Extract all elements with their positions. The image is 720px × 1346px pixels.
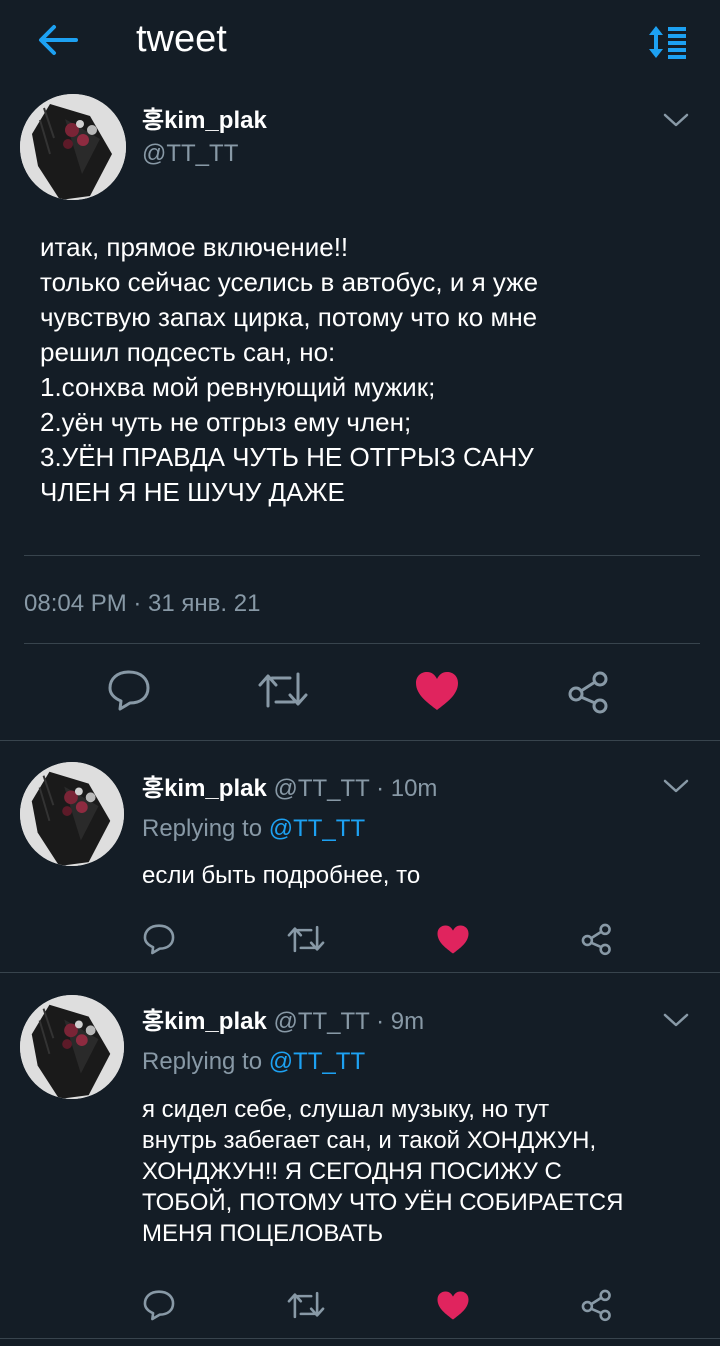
chevron-down-icon[interactable] [662, 776, 690, 796]
divider [24, 643, 700, 644]
mention-link[interactable]: @TT_TT [269, 1048, 365, 1075]
reply-text-line: внутрь забегает сан, и такой ХОНДЖУН, [142, 1127, 597, 1154]
replying-to-label: Replying to [142, 1048, 269, 1075]
heart-icon[interactable] [436, 924, 470, 955]
tweet-thread-page: tweet 홍kim_plak @TT_TT итак, прямое вклю… [0, 0, 720, 1346]
retweet-icon[interactable] [286, 1290, 326, 1320]
share-icon[interactable] [580, 922, 614, 956]
tweet-text-line: только сейчас уселись в автобус, и я уже [40, 267, 539, 297]
reply-icon[interactable] [142, 922, 176, 956]
tweet-text-line: ЧЛЕН Я НЕ ШУЧУ ДАЖЕ [40, 477, 345, 507]
tweet-text-line: 1.сонхва мой ревнующий мужик; [40, 372, 436, 402]
back-arrow-icon[interactable] [36, 22, 80, 58]
heart-icon[interactable] [436, 1290, 470, 1321]
tweet-text-line: 3.УЁН ПРАВДА ЧУТЬ НЕ ОТГРЫЗ САНУ [40, 442, 534, 472]
retweet-icon[interactable] [286, 924, 326, 954]
reply-icon[interactable] [142, 1288, 176, 1322]
divider [24, 555, 700, 556]
mention-link[interactable]: @TT_TT [269, 815, 365, 842]
avatar[interactable] [20, 94, 126, 200]
page-title: tweet [136, 18, 227, 60]
reply-icon[interactable] [106, 668, 152, 712]
avatar[interactable] [20, 995, 124, 1099]
replying-to: Replying to @TT_TT [142, 1048, 365, 1076]
reply-text-line: ТОБОЙ, ПОТОМУ ЧТО УЁН СОБИРАЕТСЯ [142, 1189, 624, 1216]
replying-to: Replying to @TT_TT [142, 815, 365, 843]
author-handle-time: @TT_TT · 9m [266, 1008, 425, 1035]
author-name[interactable]: 홍kim_plak [142, 100, 267, 135]
reply-text-line: я сидел себе, слушал музыку, но тут [142, 1096, 550, 1123]
sort-icon[interactable] [646, 22, 690, 62]
author-handle-time: @TT_TT · 10m [266, 775, 438, 802]
chevron-down-icon[interactable] [662, 110, 690, 130]
tweet-text-line: решил подсесть сан, но: [40, 337, 336, 367]
tweet-text-line: 2.уён чуть не отгрыз ему член; [40, 407, 412, 437]
chevron-down-icon[interactable] [662, 1010, 690, 1030]
tweet-timestamp: 08:04 PM · 31 янв. 21 [24, 590, 261, 617]
author-name[interactable]: 홍kim_plak [142, 775, 267, 802]
author-name[interactable]: 홍kim_plak [142, 1008, 267, 1035]
share-icon[interactable] [580, 1288, 614, 1322]
avatar[interactable] [20, 762, 124, 866]
reply-text-line: ХОНДЖУН!! Я СЕГОДНЯ ПОСИЖУ С [142, 1158, 562, 1185]
bouquet-image [20, 762, 124, 866]
reply-text: я сидел себе, слушал музыку, но тут внут… [142, 1094, 692, 1249]
tweet-text-line: чувствую запах цирка, потому что ко мне [40, 302, 538, 332]
top-bar: tweet [0, 0, 720, 84]
reply-text-line: если быть подробнее, то [142, 862, 421, 889]
replying-to-label: Replying to [142, 815, 269, 842]
bouquet-image [20, 94, 126, 200]
tweet-text-line: итак, прямое включение!! [40, 232, 349, 262]
author-handle[interactable]: @TT_TT [142, 140, 238, 168]
reply-text: если быть подробнее, то [142, 860, 692, 891]
tweet-text: итак, прямое включение!! только сейчас у… [40, 230, 690, 510]
reply-header: 홍kim_plak @TT_TT · 9m [142, 1001, 424, 1036]
divider [0, 972, 720, 973]
reply-header: 홍kim_plak @TT_TT · 10m [142, 768, 437, 803]
reply-text-line: МЕНЯ ПОЦЕЛОВАТЬ [142, 1220, 384, 1247]
divider [0, 740, 720, 741]
heart-icon[interactable] [414, 670, 460, 712]
retweet-icon[interactable] [256, 670, 310, 710]
share-icon[interactable] [566, 670, 612, 714]
divider [0, 1338, 720, 1339]
bouquet-image [20, 995, 124, 1099]
